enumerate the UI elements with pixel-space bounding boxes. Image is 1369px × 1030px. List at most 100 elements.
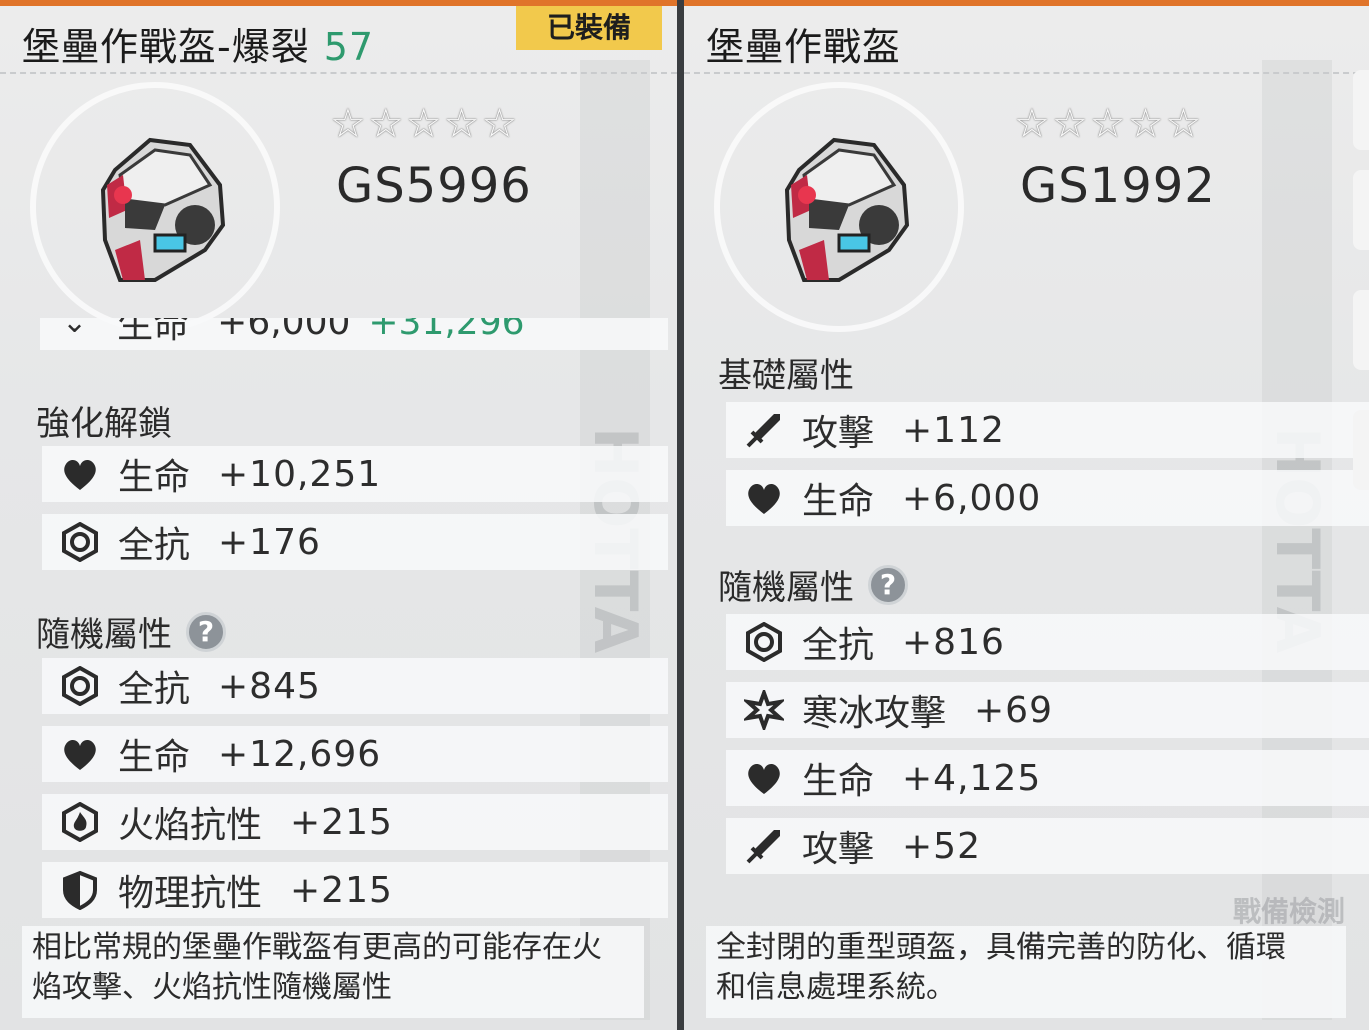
item-name: 堡壘作戰盔-爆裂 <box>22 25 310 69</box>
stat-value: +215 <box>290 801 393 843</box>
section-title-random: 隨機屬性 ? <box>36 607 226 656</box>
stat-value: +4,125 <box>902 757 1042 799</box>
stat-value: +6,000 <box>902 477 1042 519</box>
panel-accent-bar <box>684 0 1369 6</box>
item-panel-equipped: HOTTA 堡壘作戰盔-爆裂57 已裝備 ☆ ☆ ☆ ☆ ☆ GS5996 <box>0 0 677 1030</box>
helmet-icon <box>784 137 910 282</box>
star-icon: ☆ <box>367 101 404 147</box>
section-title-base: 基礎屬性 <box>718 348 854 397</box>
stat-row: 火焰抗性 +215 <box>42 794 668 850</box>
gear-score: GS1992 <box>1020 158 1216 214</box>
stat-name: 全抗 <box>118 669 191 710</box>
side-tab[interactable] <box>1353 290 1369 370</box>
stat-name: 生命 <box>118 457 191 498</box>
help-button[interactable]: ? <box>186 611 226 652</box>
frost-icon <box>734 682 794 738</box>
stat-name: 寒冰攻擊 <box>802 693 947 734</box>
heart-icon <box>734 750 794 806</box>
item-description: 相比常規的堡壘作戰盔有更高的可能存在火 焰攻擊、火焰抗性隨機屬性 <box>22 926 644 1018</box>
stat-value: +10,251 <box>218 453 382 495</box>
star-icon: ☆ <box>1165 101 1202 147</box>
shield-icon <box>50 862 110 918</box>
description-line: 全封閉的重型頭盔，具備完善的防化、循環 <box>716 930 1286 965</box>
stat-row: 全抗 +816 <box>726 614 1369 670</box>
heart-icon <box>50 726 110 782</box>
help-button[interactable]: ? <box>868 564 908 605</box>
description-line: 焰攻擊、火焰抗性隨機屬性 <box>32 970 392 1005</box>
stat-name: 攻擊 <box>802 413 875 454</box>
resist-all-icon <box>50 658 110 714</box>
side-tab[interactable] <box>1353 70 1369 150</box>
stat-value: +816 <box>902 621 1005 663</box>
heart-icon <box>50 446 110 502</box>
stat-row: 生命 +4,125 <box>726 750 1369 806</box>
stat-row: 物理抗性 +215 <box>42 862 668 918</box>
star-icon: ☆ <box>330 101 366 147</box>
corner-watermark: 戰備檢測 <box>1232 895 1345 928</box>
description-line: 和信息處理系統。 <box>716 970 956 1005</box>
screen: HOTTA 堡壘作戰盔-爆裂 57 已裝備 ☆ ☆ ☆ ☆ ☆ GS5996 <box>0 0 1369 1030</box>
star-icon: ☆ <box>405 101 442 147</box>
star-icon: ☆ <box>1127 101 1164 147</box>
stat-row: 全抗 +845 <box>42 658 668 714</box>
item-name: 堡壘作戰盔 <box>706 25 902 69</box>
sword-icon <box>734 402 794 458</box>
stat-row: 全抗 +176 <box>42 514 668 570</box>
stat-name: 生命 <box>117 318 190 346</box>
item-description: 全封閉的重型頭盔，具備完善的防化、循環 和信息處理系統。 <box>706 926 1346 1018</box>
side-tab[interactable] <box>1353 410 1369 490</box>
item-title: 堡壘作戰盔-爆裂 57 <box>22 16 374 71</box>
section-title-text: 強化解鎖 <box>36 404 172 444</box>
stat-value: +52 <box>902 825 981 867</box>
stat-name: 物理抗性 <box>118 873 263 914</box>
stat-row: 生命 +10,251 <box>42 446 668 502</box>
star-icon: ☆ <box>1089 101 1126 147</box>
section-title-unlock: 強化解鎖 <box>36 396 172 445</box>
stat-name: 生命 <box>118 737 191 778</box>
panel-divider <box>677 0 684 1030</box>
description-line: 相比常規的堡壘作戰盔有更高的可能存在火 <box>32 930 602 965</box>
stat-row: 寒冰攻擊 +69 <box>726 682 1369 738</box>
stat-name: 全抗 <box>118 525 191 566</box>
rarity-stars: ☆ ☆ ☆ ☆ ☆ <box>1014 104 1201 144</box>
stat-value: +69 <box>974 689 1053 731</box>
heart-icon <box>734 470 794 526</box>
title-separator <box>0 72 677 74</box>
section-title-text: 隨機屬性 <box>36 615 172 655</box>
star-icon: ☆ <box>1051 101 1088 147</box>
rarity-stars: ☆ ☆ ☆ ☆ ☆ <box>330 104 517 144</box>
stat-value: +12,696 <box>218 733 382 775</box>
stat-row: 攻擊 +112 <box>726 402 1369 458</box>
star-icon: ☆ <box>481 101 518 147</box>
stat-value: +6,000 <box>217 318 351 343</box>
item-panel-compare: HOTTA 堡壘作戰盔 ☆ ☆ ☆ ☆ ☆ GS1992 基礎屬性 攻擊 +11… <box>684 0 1369 1030</box>
stat-row-partial: ⌄ 生命 +6,000 +31,296 <box>40 318 668 358</box>
section-title-random: 隨機屬性 ? <box>718 560 908 609</box>
stat-name: 攻擊 <box>802 829 875 870</box>
stat-value: +215 <box>290 869 393 911</box>
stat-name: 生命 <box>802 481 875 522</box>
stat-row: 攻擊 +52 <box>726 818 1369 874</box>
flame-resist-icon <box>50 794 110 850</box>
sword-icon <box>734 818 794 874</box>
stat-name: 全抗 <box>802 625 875 666</box>
stat-name: 生命 <box>802 761 875 802</box>
stat-name: 火焰抗性 <box>118 805 263 846</box>
title-separator <box>684 72 1369 74</box>
gear-score: GS5996 <box>336 158 532 214</box>
section-title-text: 隨機屬性 <box>718 568 854 608</box>
resist-all-icon <box>734 614 794 670</box>
item-title: 堡壘作戰盔 <box>706 16 901 71</box>
stat-value: +112 <box>902 409 1005 451</box>
resist-all-icon <box>50 514 110 570</box>
star-icon: ☆ <box>1014 101 1050 147</box>
item-level: 57 <box>323 25 375 69</box>
equipped-badge: 已裝備 <box>516 6 662 50</box>
stat-value: +845 <box>218 665 321 707</box>
side-tab[interactable] <box>1353 170 1369 250</box>
section-title-text: 基礎屬性 <box>718 356 854 396</box>
stat-row: 生命 +6,000 <box>726 470 1369 526</box>
stat-row: 生命 +12,696 <box>42 726 668 782</box>
helmet-icon <box>100 137 226 282</box>
star-icon: ☆ <box>443 101 480 147</box>
